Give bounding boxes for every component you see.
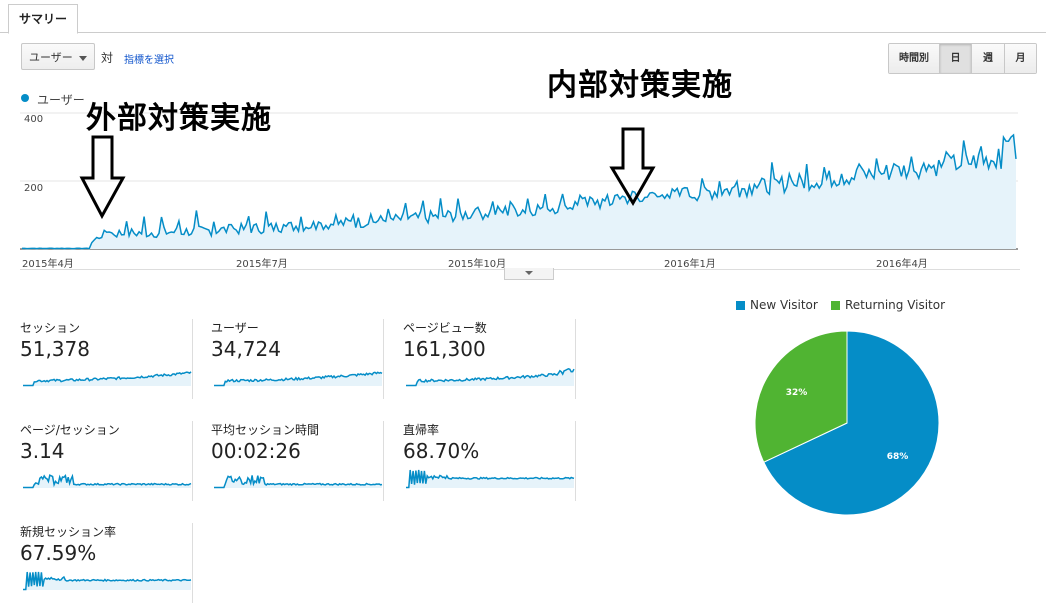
pie-legend-returning[interactable]: Returning Visitor — [831, 298, 945, 312]
x-tick-2016-01: 2016年1月 — [664, 259, 716, 270]
pie-legend-label: New Visitor — [750, 298, 818, 312]
sparkline — [214, 475, 383, 489]
metric-label: 直帰率 — [403, 423, 440, 437]
visitor-pie-chart: 68% 32% — [754, 330, 940, 516]
legend-swatch — [831, 301, 840, 310]
sparkline — [406, 367, 575, 387]
legend-swatch — [736, 301, 745, 310]
metric-value: 67.59% — [20, 541, 97, 565]
metric-card-users[interactable]: ユーザー 34,724 — [211, 319, 384, 399]
metric-card-pageviews[interactable]: ページビュー数 161,300 — [403, 319, 576, 399]
metric-card-sessions[interactable]: セッション 51,378 — [20, 319, 193, 399]
x-tick-2015-04: 2015年4月 — [22, 259, 74, 270]
pie-legend-new[interactable]: New Visitor — [736, 298, 818, 312]
metric-value: 51,378 — [20, 337, 90, 361]
metric-value: 34,724 — [211, 337, 281, 361]
metric-value: 161,300 — [403, 337, 486, 361]
metric-card-pages-per-session[interactable]: ページ/セッション 3.14 — [20, 421, 193, 501]
sparkline — [23, 571, 192, 591]
metric-label: ユーザー — [211, 321, 259, 335]
metric-value: 00:02:26 — [211, 439, 301, 463]
sparkline — [214, 371, 383, 387]
x-tick-2016-04: 2016年4月 — [876, 259, 928, 270]
chevron-down-icon — [525, 271, 533, 275]
metric-card-bounce-rate[interactable]: 直帰率 68.70% — [403, 421, 576, 501]
metric-card-new-session-rate[interactable]: 新規セッション率 67.59% — [20, 523, 193, 603]
sparkline — [406, 469, 575, 489]
annotation-external: 外部対策実施 — [86, 101, 272, 136]
metric-label: ページビュー数 — [403, 321, 487, 335]
pie-slice-label: 32% — [786, 388, 808, 398]
collapse-chart-handle[interactable] — [504, 268, 554, 280]
sparkline — [23, 473, 192, 489]
sparkline — [23, 371, 192, 387]
annotation-internal: 内部対策実施 — [547, 68, 733, 103]
metric-value: 3.14 — [20, 439, 65, 463]
metric-label: セッション — [20, 321, 81, 335]
x-tick-2015-07: 2015年7月 — [236, 259, 288, 270]
metric-label: 平均セッション時間 — [211, 423, 320, 437]
metric-label: ページ/セッション — [20, 423, 120, 437]
pie-legend-label: Returning Visitor — [845, 298, 946, 312]
metric-label: 新規セッション率 — [20, 525, 117, 539]
metric-card-avg-session-duration[interactable]: 平均セッション時間 00:02:26 — [211, 421, 384, 501]
metric-value: 68.70% — [403, 439, 480, 463]
pie-slice-label: 68% — [887, 452, 909, 462]
x-tick-2015-10: 2015年10月 — [448, 259, 507, 270]
